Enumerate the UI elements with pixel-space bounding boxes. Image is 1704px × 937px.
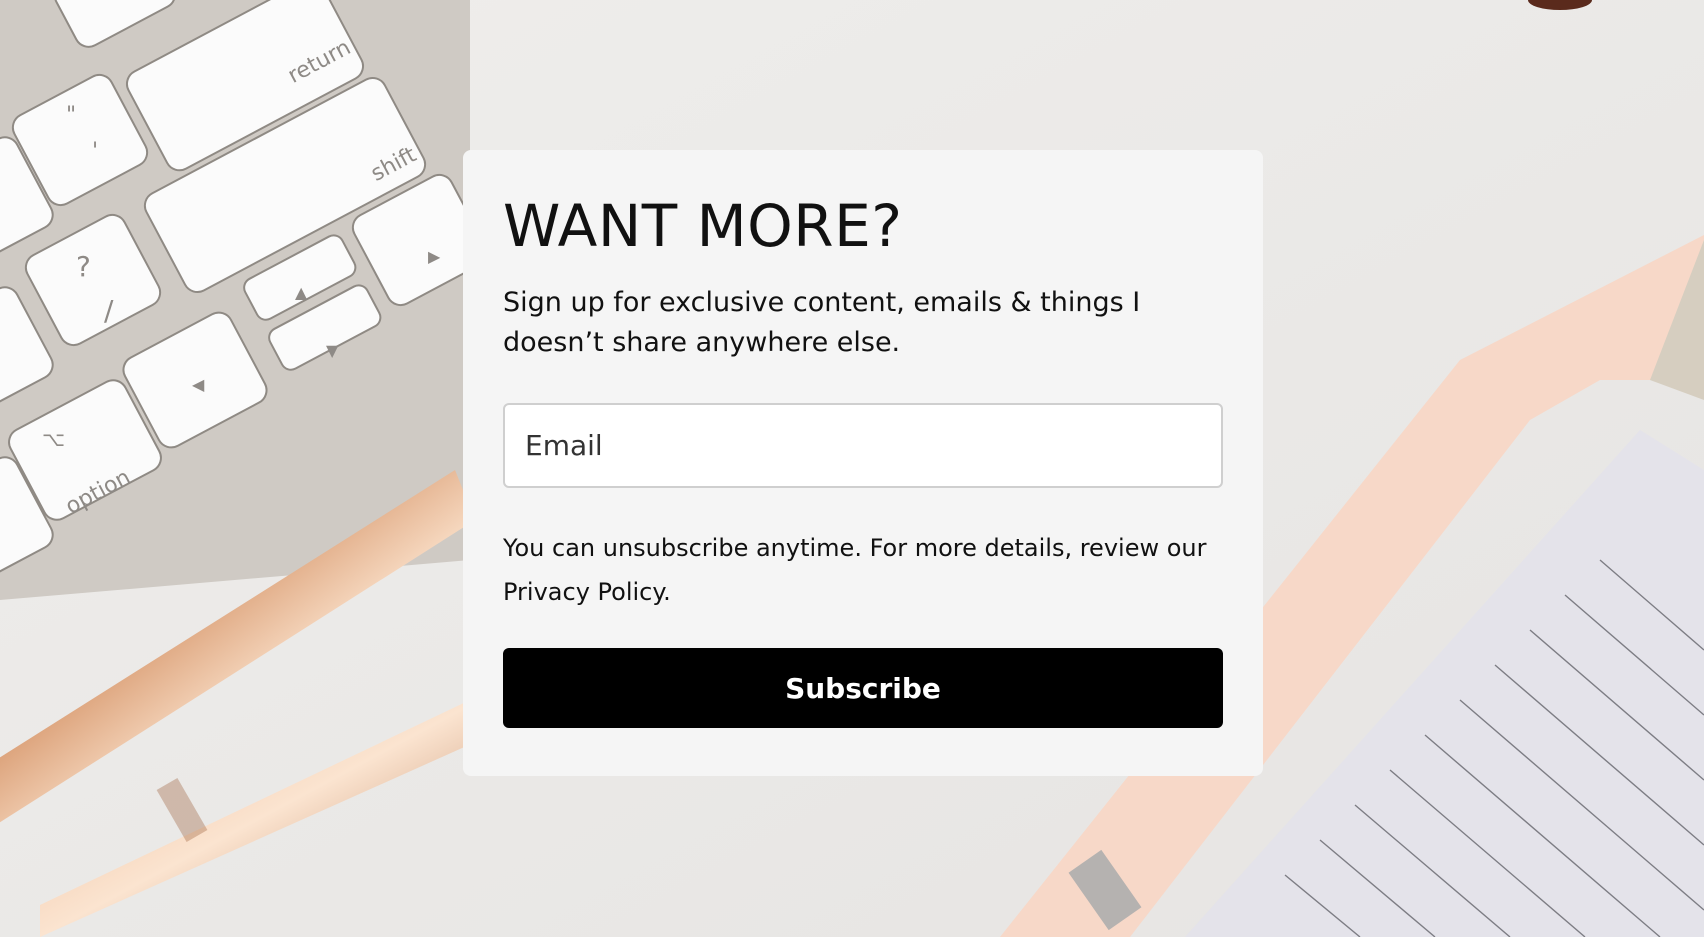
apostrophe-key-glyph: ' (92, 139, 98, 164)
subscribe-button[interactable]: Subscribe (503, 648, 1223, 728)
disclaimer-period: . (663, 578, 671, 606)
up-arrow-glyph: ▲ (295, 283, 308, 302)
question-key-glyph: ? (76, 250, 91, 283)
quote-key-glyph: " (66, 103, 76, 128)
disclaimer-text: You can unsubscribe anytime. For more de… (503, 534, 1207, 562)
left-arrow-glyph: ◀ (192, 375, 205, 394)
privacy-policy-link[interactable]: Privacy Policy (503, 578, 663, 606)
signup-subtext: Sign up for exclusive content, emails & … (503, 287, 1141, 358)
headline: WANT MORE? (503, 192, 903, 260)
slash-key-glyph: / (104, 294, 114, 327)
unsubscribe-disclaimer: You can unsubscribe anytime. For more de… (503, 526, 1223, 614)
right-arrow-glyph: ▶ (428, 247, 441, 266)
down-arrow-glyph: ▼ (326, 341, 339, 360)
signup-card: WANT MORE? Sign up for exclusive content… (463, 150, 1263, 776)
option-key-glyph: ⌥ (42, 427, 65, 451)
email-input[interactable] (503, 403, 1223, 488)
